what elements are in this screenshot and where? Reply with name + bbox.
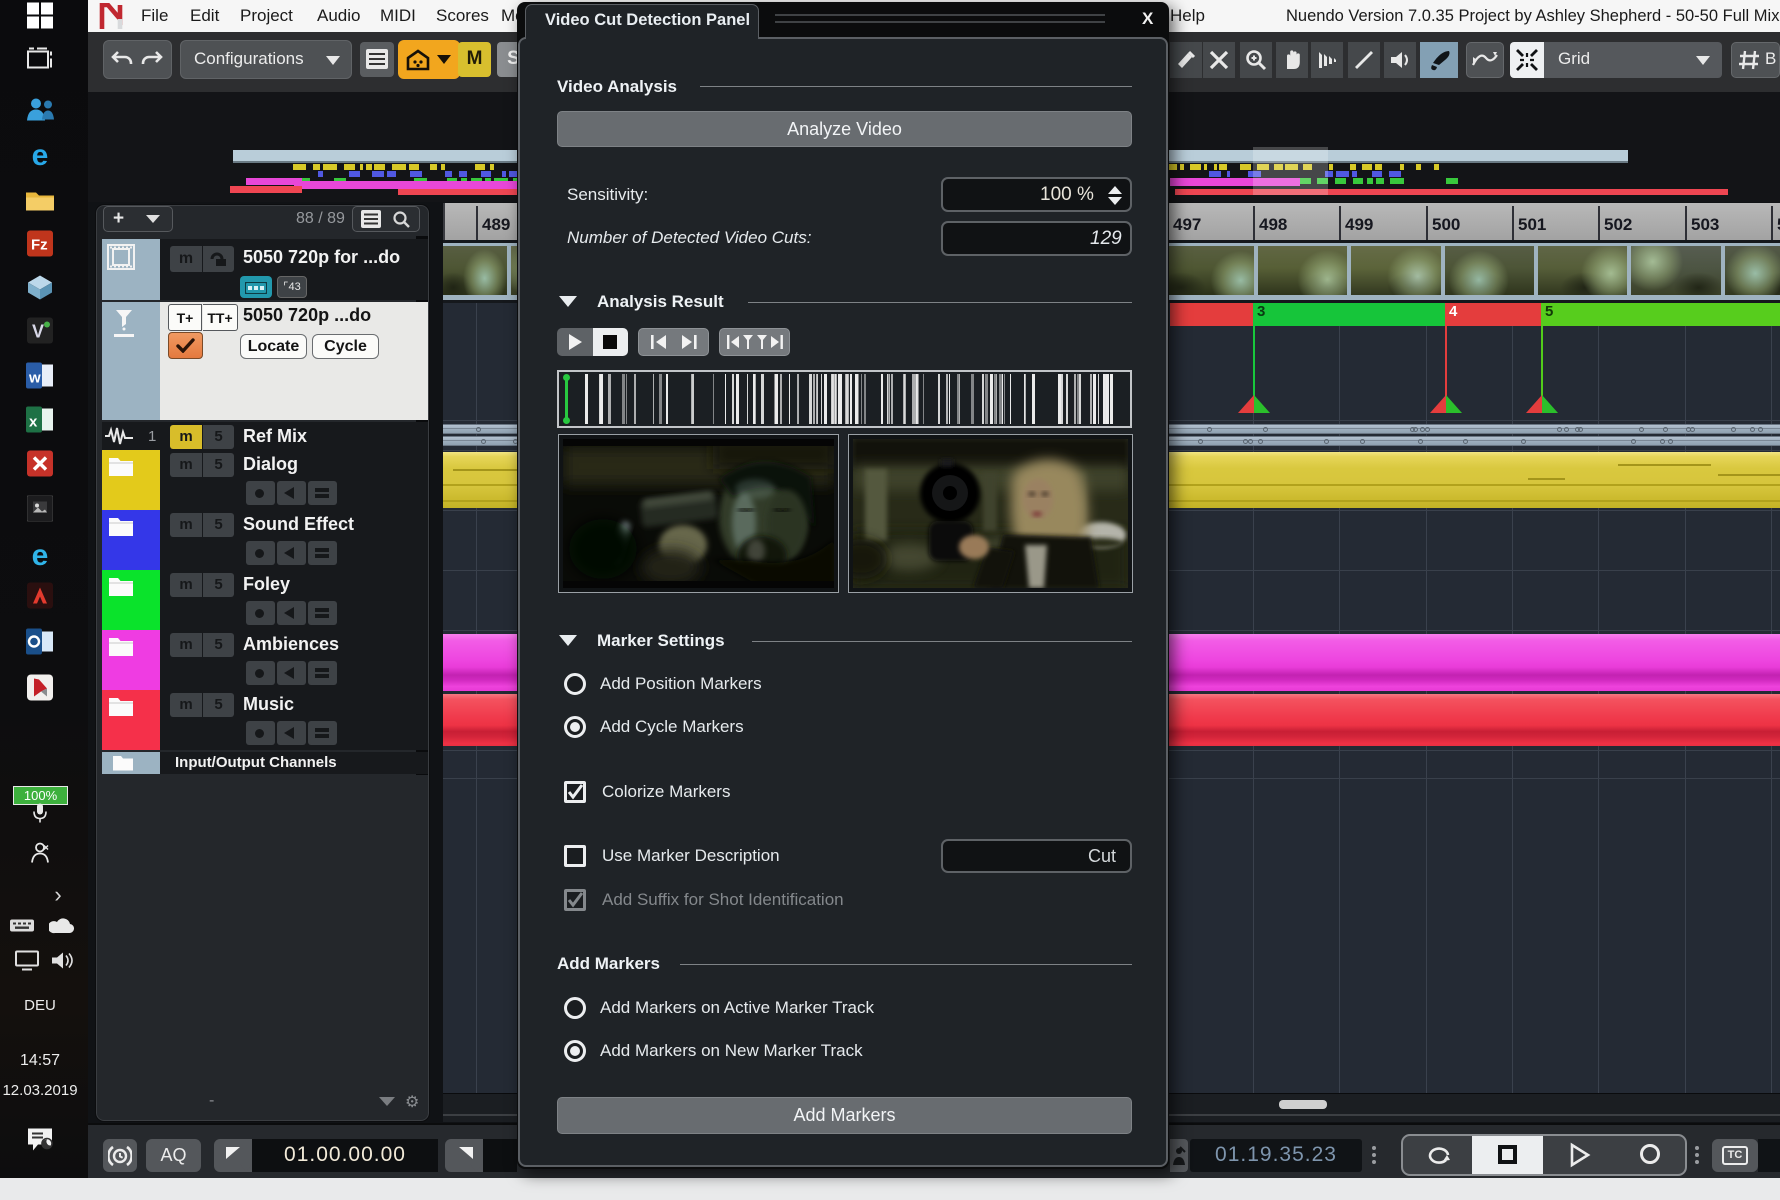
svg-text:x: x <box>29 414 38 431</box>
svg-text:V: V <box>32 322 44 342</box>
svg-text:w: w <box>28 370 41 387</box>
svg-text:Fz: Fz <box>31 237 48 254</box>
